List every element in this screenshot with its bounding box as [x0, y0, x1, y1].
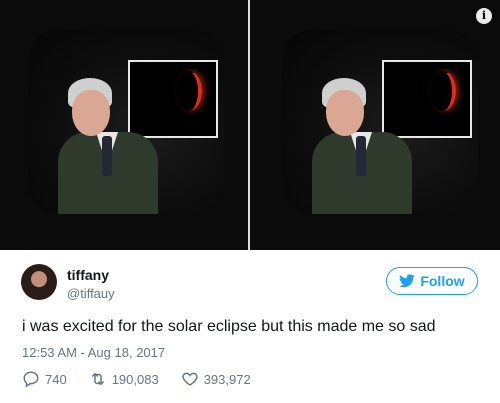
- like-button[interactable]: 393,972: [181, 370, 251, 388]
- retweet-icon: [91, 373, 104, 385]
- retweet-count: 190,083: [111, 371, 159, 387]
- user-handle[interactable]: @tiffauy: [67, 286, 115, 301]
- user-name[interactable]: tiffany: [67, 267, 109, 283]
- reply-button[interactable]: 740: [22, 370, 67, 388]
- like-count: 393,972: [203, 371, 251, 387]
- retweet-button[interactable]: 190,083: [89, 370, 159, 388]
- twitter-bird-icon: [399, 274, 416, 288]
- eclipse-crescent: [176, 71, 202, 111]
- media-image-right[interactable]: [250, 0, 500, 250]
- tweet-card: tiffany @tiffauy Follow i was excited fo…: [0, 250, 500, 403]
- avatar[interactable]: [21, 264, 57, 300]
- reply-icon: [23, 371, 39, 388]
- tweet-text: i was excited for the solar eclipse but …: [22, 318, 436, 335]
- tweet-timestamp[interactable]: 12:53 AM - Aug 18, 2017: [22, 345, 165, 360]
- tv-screen: [282, 30, 478, 214]
- heart-icon: [182, 372, 198, 386]
- tweet-actions: 740 190,083 393,972: [22, 370, 279, 388]
- follow-button[interactable]: Follow: [386, 267, 478, 295]
- news-anchor: [312, 78, 412, 214]
- info-icon[interactable]: i: [476, 8, 492, 24]
- tv-screen: [28, 30, 224, 214]
- tweet-media[interactable]: i: [0, 0, 500, 250]
- media-image-left[interactable]: [0, 0, 248, 250]
- eclipse-crescent: [430, 71, 456, 111]
- news-anchor: [58, 78, 158, 214]
- follow-label: Follow: [420, 273, 465, 289]
- reply-count: 740: [45, 371, 67, 387]
